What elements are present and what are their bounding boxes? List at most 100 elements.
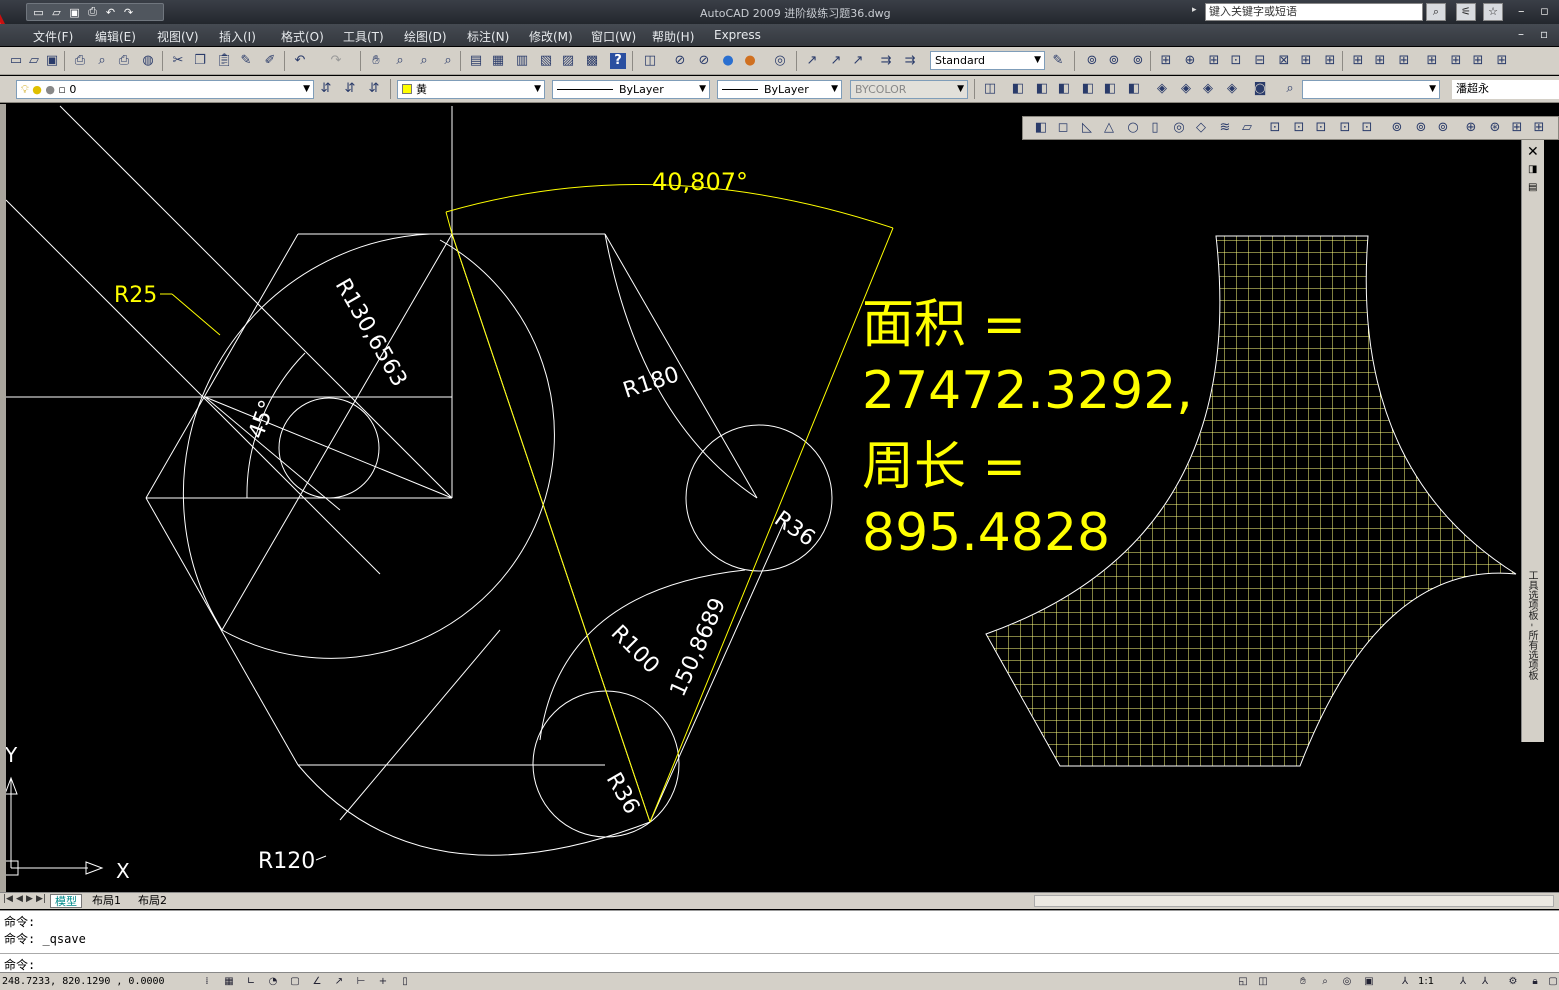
multileader-style-icon[interactable]: ✎ [1050, 53, 1066, 69]
ucs-x-icon[interactable]: ⊞ [1372, 53, 1388, 69]
lock-ui-icon[interactable]: 🔒︎ [1528, 975, 1542, 988]
ucs-object-icon[interactable]: ⊟ [1252, 53, 1268, 69]
box-icon[interactable]: ◻ [1055, 120, 1071, 136]
3d-move-icon[interactable]: ⊕ [1463, 120, 1479, 136]
object-snap-icon[interactable]: ▢ [288, 975, 302, 988]
publish-icon[interactable]: ⎙ [116, 53, 132, 69]
continuous-orbit-icon[interactable]: ⊚ [1130, 53, 1146, 69]
3d-rotate-icon[interactable]: ⊛ [1487, 120, 1503, 136]
free-orbit-icon[interactable]: ⊚ [1106, 53, 1122, 69]
viewport-scale-select[interactable]: ▼ [1302, 80, 1440, 99]
ucs-y-icon[interactable]: ⊞ [1396, 53, 1412, 69]
3d-dwf-icon[interactable]: ◍ [140, 53, 156, 69]
pyramid-icon[interactable]: ◇ [1193, 120, 1209, 136]
redo-toolbar-icon[interactable]: ↷ [328, 53, 344, 69]
paste-icon[interactable]: 📋︎ [216, 53, 233, 69]
view-ne-iso-icon[interactable]: ◈ [1200, 81, 1216, 97]
expand-arrow-icon[interactable]: ▸ [1192, 5, 1197, 15]
last-tab-icon[interactable]: ▶| [36, 894, 46, 904]
visual-style-2d-icon[interactable]: ⊘ [672, 53, 688, 69]
help-icon[interactable]: ? [610, 53, 626, 69]
view-top-icon[interactable]: ◧ [1010, 81, 1026, 97]
menu-insert[interactable]: 插入(I) [219, 28, 256, 45]
extrude-icon[interactable]: ⊡ [1267, 120, 1283, 136]
ucs-origin-icon[interactable]: ⊞ [1298, 53, 1314, 69]
open-icon[interactable]: ▱ [26, 53, 42, 69]
block-editor-icon[interactable]: ✐ [262, 53, 278, 69]
camera-icon[interactable]: ◙ [1252, 81, 1268, 97]
lineweight-toggle-icon[interactable]: + [376, 975, 390, 988]
ucs-zaxis-icon[interactable]: ⊞ [1322, 53, 1338, 69]
remove-leader-icon[interactable]: ↗ [850, 53, 866, 69]
view-sw-iso-icon[interactable]: ◈ [1154, 81, 1170, 97]
tool-palettes-strip[interactable]: ✕ ◨ ▤ 工具选项板 - 所有选项板 [1521, 140, 1544, 742]
annotation-scale-icon[interactable]: ⅄ [1398, 975, 1412, 988]
plotstyle-select[interactable]: BYCOLOR ▼ [850, 80, 968, 99]
ucs-icon[interactable]: ⊞ [1158, 53, 1174, 69]
3d-array-icon[interactable]: ⊞ [1531, 120, 1547, 136]
dynamic-input-icon[interactable]: ⊢ [354, 975, 368, 988]
tab-layout1[interactable]: 布局1 [88, 894, 125, 908]
undo-icon[interactable]: ↶ [103, 6, 118, 19]
menu-draw[interactable]: 绘图(D) [404, 28, 447, 45]
menu-modify[interactable]: 修改(M) [529, 28, 573, 45]
pan-icon[interactable]: ✋︎ [368, 53, 384, 69]
design-center-icon[interactable]: ▦ [490, 53, 506, 69]
presspull-icon[interactable]: ⊡ [1291, 120, 1307, 136]
sphere-icon[interactable]: ○ [1125, 120, 1141, 136]
ucs-world-icon[interactable]: ⊕ [1182, 53, 1198, 69]
zoom-window-icon[interactable]: ⌕ [416, 53, 432, 69]
ucs-z-icon[interactable]: ⊞ [1424, 53, 1440, 69]
layer-previous-icon[interactable]: ⇵ [342, 81, 358, 97]
intersect-icon[interactable]: ⊚ [1435, 120, 1451, 136]
new-file-icon[interactable]: ▭ [31, 6, 46, 19]
prev-tab-icon[interactable]: ◀ [16, 894, 23, 904]
save-toolbar-icon[interactable]: ▣ [44, 53, 60, 69]
drawing-canvas[interactable]: 40,807° R25 R130,6563 45° R180 R36 R100 … [6, 104, 1520, 892]
cut-icon[interactable]: ✂ [170, 53, 186, 69]
apply-ucs-icon[interactable]: ⊞ [1448, 53, 1464, 69]
polar-tracking-icon[interactable]: ◔ [266, 975, 280, 988]
maximize-icon[interactable]: ▫ [1540, 4, 1549, 19]
doc-minimize-icon[interactable]: – [1518, 27, 1524, 41]
horizontal-scrollbar[interactable] [1034, 895, 1554, 907]
minimize-icon[interactable]: – [1518, 4, 1525, 19]
single-viewport-icon[interactable]: ◫ [982, 81, 998, 97]
ucs-view-icon[interactable]: ⊠ [1276, 53, 1292, 69]
visual-style-realistic-icon[interactable]: ● [742, 53, 758, 69]
save-icon[interactable]: ▣ [67, 6, 82, 19]
menu-edit[interactable]: 编辑(E) [95, 28, 136, 45]
command-prompt[interactable]: 命令: [4, 956, 35, 973]
align-leaders-icon[interactable]: ⇉ [878, 53, 894, 69]
wedge-icon[interactable]: ◺ [1079, 120, 1095, 136]
workspace-switch-icon[interactable]: ⚙ [1506, 975, 1520, 988]
snap-mode-icon[interactable]: ⁞ [200, 975, 214, 988]
sheet-set-icon[interactable]: ▧ [538, 53, 554, 69]
first-tab-icon[interactable]: |◀ [3, 894, 13, 904]
annotation-scale-value[interactable]: 1:1 [1418, 976, 1434, 987]
show-motion-icon[interactable]: ▣ [1362, 975, 1376, 988]
torus-icon[interactable]: ◎ [1171, 120, 1187, 136]
zoom-realtime-icon[interactable]: ⌕ [392, 53, 408, 69]
search-input[interactable]: 键入关键字或短语 [1205, 3, 1423, 21]
helix-icon[interactable]: ≋ [1217, 120, 1233, 136]
revolve-icon[interactable]: ⊡ [1337, 120, 1353, 136]
auto-scale-icon[interactable]: ⅄ [1478, 975, 1492, 988]
visual-style-3d-icon[interactable]: ⊘ [696, 53, 712, 69]
quick-properties-icon[interactable]: ▯ [398, 975, 412, 988]
layer-states-icon[interactable]: ⇵ [366, 81, 382, 97]
undo-toolbar-icon[interactable]: ↶ [292, 53, 308, 69]
zoom-viewport-icon[interactable]: ⌕ [1282, 81, 1298, 97]
lineweight-select[interactable]: ByLayer ▼ [717, 80, 842, 99]
view-bottom-icon[interactable]: ◧ [1034, 81, 1050, 97]
view-right-icon[interactable]: ◧ [1080, 81, 1096, 97]
orbit-icon[interactable]: ⊚ [1084, 53, 1100, 69]
view-front-icon[interactable]: ◧ [1102, 81, 1118, 97]
subtract-icon[interactable]: ⊚ [1413, 120, 1429, 136]
autohide-icon[interactable]: ◨ [1528, 164, 1537, 175]
vertical-scrollbar[interactable] [1544, 140, 1559, 892]
search-icon[interactable]: ⌕ [1426, 3, 1446, 21]
dynamic-ucs-icon[interactable]: ↗ [332, 975, 346, 988]
tab-model[interactable]: 模型 [50, 894, 82, 908]
doc-maximize-icon[interactable]: ▫ [1540, 27, 1548, 41]
